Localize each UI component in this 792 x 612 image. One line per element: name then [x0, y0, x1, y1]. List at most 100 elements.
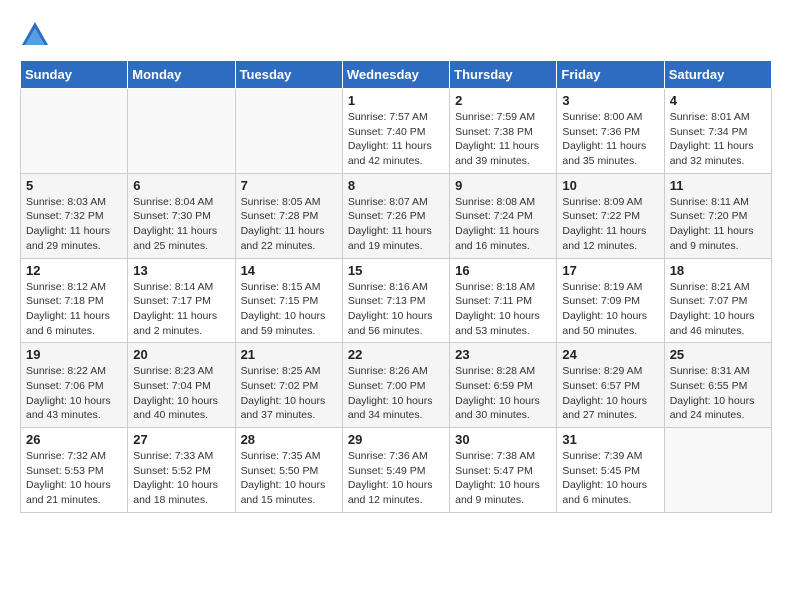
- calendar-cell: 11 Sunrise: 8:11 AM Sunset: 7:20 PM Dayli…: [664, 173, 771, 258]
- day-info: Sunrise: 8:00 AM Sunset: 7:36 PM Dayligh…: [562, 110, 658, 169]
- day-info: Sunrise: 8:04 AM Sunset: 7:30 PM Dayligh…: [133, 195, 229, 254]
- day-info: Sunrise: 7:59 AM Sunset: 7:38 PM Dayligh…: [455, 110, 551, 169]
- day-number: 11: [670, 178, 766, 193]
- calendar-cell: 10 Sunrise: 8:09 AM Sunset: 7:22 PM Dayli…: [557, 173, 664, 258]
- day-number: 8: [348, 178, 444, 193]
- day-number: 2: [455, 93, 551, 108]
- page-header: [20, 20, 772, 50]
- day-number: 16: [455, 263, 551, 278]
- calendar-cell: 2 Sunrise: 7:59 AM Sunset: 7:38 PM Daylig…: [450, 89, 557, 174]
- day-info: Sunrise: 8:18 AM Sunset: 7:11 PM Dayligh…: [455, 280, 551, 339]
- day-info: Sunrise: 8:29 AM Sunset: 6:57 PM Dayligh…: [562, 364, 658, 423]
- day-info: Sunrise: 8:19 AM Sunset: 7:09 PM Dayligh…: [562, 280, 658, 339]
- day-number: 23: [455, 347, 551, 362]
- calendar-cell: 30 Sunrise: 7:38 AM Sunset: 5:47 PM Dayli…: [450, 428, 557, 513]
- day-info: Sunrise: 7:33 AM Sunset: 5:52 PM Dayligh…: [133, 449, 229, 508]
- day-number: 10: [562, 178, 658, 193]
- day-number: 12: [26, 263, 122, 278]
- day-number: 20: [133, 347, 229, 362]
- calendar-cell: 9 Sunrise: 8:08 AM Sunset: 7:24 PM Daylig…: [450, 173, 557, 258]
- day-info: Sunrise: 8:26 AM Sunset: 7:00 PM Dayligh…: [348, 364, 444, 423]
- day-number: 3: [562, 93, 658, 108]
- days-header-row: SundayMondayTuesdayWednesdayThursdayFrid…: [21, 61, 772, 89]
- calendar-cell: 12Sunrise: 8:12 AM Sunset: 7:18 PM Dayli…: [21, 258, 128, 343]
- calendar-week-1: 5 Sunrise: 8:03 AM Sunset: 7:32 PM Daylig…: [21, 173, 772, 258]
- calendar-cell: [664, 428, 771, 513]
- day-info: Sunrise: 8:07 AM Sunset: 7:26 PM Dayligh…: [348, 195, 444, 254]
- calendar-cell: 28 Sunrise: 7:35 AM Sunset: 5:50 PM Dayli…: [235, 428, 342, 513]
- logo: [20, 20, 54, 50]
- calendar-cell: 25 Sunrise: 8:31 AM Sunset: 6:55 PM Dayli…: [664, 343, 771, 428]
- day-number: 6: [133, 178, 229, 193]
- calendar-cell: 5 Sunrise: 8:03 AM Sunset: 7:32 PM Daylig…: [21, 173, 128, 258]
- calendar-cell: 20 Sunrise: 8:23 AM Sunset: 7:04 PM Dayli…: [128, 343, 235, 428]
- day-info: Sunrise: 7:39 AM Sunset: 5:45 PM Dayligh…: [562, 449, 658, 508]
- calendar-cell: 19Sunrise: 8:22 AM Sunset: 7:06 PM Dayli…: [21, 343, 128, 428]
- day-info: Sunrise: 7:57 AM Sunset: 7:40 PM Dayligh…: [348, 110, 444, 169]
- day-number: 28: [241, 432, 337, 447]
- day-info: Sunrise: 8:01 AM Sunset: 7:34 PM Dayligh…: [670, 110, 766, 169]
- day-number: 5: [26, 178, 122, 193]
- calendar-cell: 24 Sunrise: 8:29 AM Sunset: 6:57 PM Dayli…: [557, 343, 664, 428]
- day-header-tuesday: Tuesday: [235, 61, 342, 89]
- day-number: 24: [562, 347, 658, 362]
- calendar-header: SundayMondayTuesdayWednesdayThursdayFrid…: [21, 61, 772, 89]
- day-number: 29: [348, 432, 444, 447]
- day-info: Sunrise: 8:05 AM Sunset: 7:28 PM Dayligh…: [241, 195, 337, 254]
- day-number: 31: [562, 432, 658, 447]
- calendar-week-2: 12Sunrise: 8:12 AM Sunset: 7:18 PM Dayli…: [21, 258, 772, 343]
- calendar-cell: 4 Sunrise: 8:01 AM Sunset: 7:34 PM Daylig…: [664, 89, 771, 174]
- calendar-cell: 3 Sunrise: 8:00 AM Sunset: 7:36 PM Daylig…: [557, 89, 664, 174]
- day-number: 27: [133, 432, 229, 447]
- day-header-thursday: Thursday: [450, 61, 557, 89]
- day-header-sunday: Sunday: [21, 61, 128, 89]
- day-header-monday: Monday: [128, 61, 235, 89]
- day-info: Sunrise: 8:14 AM Sunset: 7:17 PM Dayligh…: [133, 280, 229, 339]
- calendar-cell: [21, 89, 128, 174]
- day-number: 17: [562, 263, 658, 278]
- calendar-cell: 1Sunrise: 7:57 AM Sunset: 7:40 PM Daylig…: [342, 89, 449, 174]
- day-number: 7: [241, 178, 337, 193]
- day-number: 13: [133, 263, 229, 278]
- calendar-cell: 21Sunrise: 8:25 AM Sunset: 7:02 PM Dayli…: [235, 343, 342, 428]
- day-number: 14: [241, 263, 337, 278]
- calendar-table: SundayMondayTuesdayWednesdayThursdayFrid…: [20, 60, 772, 513]
- day-header-saturday: Saturday: [664, 61, 771, 89]
- calendar-cell: [235, 89, 342, 174]
- day-number: 9: [455, 178, 551, 193]
- day-number: 21: [241, 347, 337, 362]
- day-header-wednesday: Wednesday: [342, 61, 449, 89]
- calendar-cell: 29Sunrise: 7:36 AM Sunset: 5:49 PM Dayli…: [342, 428, 449, 513]
- calendar-cell: 8 Sunrise: 8:07 AM Sunset: 7:26 PM Daylig…: [342, 173, 449, 258]
- calendar-cell: [128, 89, 235, 174]
- calendar-cell: 18Sunrise: 8:21 AM Sunset: 7:07 PM Dayli…: [664, 258, 771, 343]
- calendar-cell: 31 Sunrise: 7:39 AM Sunset: 5:45 PM Dayli…: [557, 428, 664, 513]
- day-info: Sunrise: 8:31 AM Sunset: 6:55 PM Dayligh…: [670, 364, 766, 423]
- calendar-cell: 13 Sunrise: 8:14 AM Sunset: 7:17 PM Dayli…: [128, 258, 235, 343]
- calendar-cell: 14Sunrise: 8:15 AM Sunset: 7:15 PM Dayli…: [235, 258, 342, 343]
- day-info: Sunrise: 8:11 AM Sunset: 7:20 PM Dayligh…: [670, 195, 766, 254]
- day-number: 30: [455, 432, 551, 447]
- calendar-week-0: 1Sunrise: 7:57 AM Sunset: 7:40 PM Daylig…: [21, 89, 772, 174]
- day-info: Sunrise: 7:35 AM Sunset: 5:50 PM Dayligh…: [241, 449, 337, 508]
- calendar-week-3: 19Sunrise: 8:22 AM Sunset: 7:06 PM Dayli…: [21, 343, 772, 428]
- logo-icon: [20, 20, 50, 50]
- day-number: 4: [670, 93, 766, 108]
- day-number: 25: [670, 347, 766, 362]
- day-number: 22: [348, 347, 444, 362]
- day-info: Sunrise: 8:03 AM Sunset: 7:32 PM Dayligh…: [26, 195, 122, 254]
- day-info: Sunrise: 8:09 AM Sunset: 7:22 PM Dayligh…: [562, 195, 658, 254]
- calendar-cell: 26Sunrise: 7:32 AM Sunset: 5:53 PM Dayli…: [21, 428, 128, 513]
- day-info: Sunrise: 8:23 AM Sunset: 7:04 PM Dayligh…: [133, 364, 229, 423]
- calendar-cell: 15 Sunrise: 8:16 AM Sunset: 7:13 PM Dayli…: [342, 258, 449, 343]
- calendar-body: 1Sunrise: 7:57 AM Sunset: 7:40 PM Daylig…: [21, 89, 772, 513]
- calendar-cell: 6 Sunrise: 8:04 AM Sunset: 7:30 PM Daylig…: [128, 173, 235, 258]
- day-info: Sunrise: 8:08 AM Sunset: 7:24 PM Dayligh…: [455, 195, 551, 254]
- day-number: 15: [348, 263, 444, 278]
- day-info: Sunrise: 8:16 AM Sunset: 7:13 PM Dayligh…: [348, 280, 444, 339]
- calendar-cell: 7 Sunrise: 8:05 AM Sunset: 7:28 PM Daylig…: [235, 173, 342, 258]
- day-info: Sunrise: 8:21 AM Sunset: 7:07 PM Dayligh…: [670, 280, 766, 339]
- calendar-cell: 17 Sunrise: 8:19 AM Sunset: 7:09 PM Dayli…: [557, 258, 664, 343]
- day-info: Sunrise: 7:38 AM Sunset: 5:47 PM Dayligh…: [455, 449, 551, 508]
- day-info: Sunrise: 8:28 AM Sunset: 6:59 PM Dayligh…: [455, 364, 551, 423]
